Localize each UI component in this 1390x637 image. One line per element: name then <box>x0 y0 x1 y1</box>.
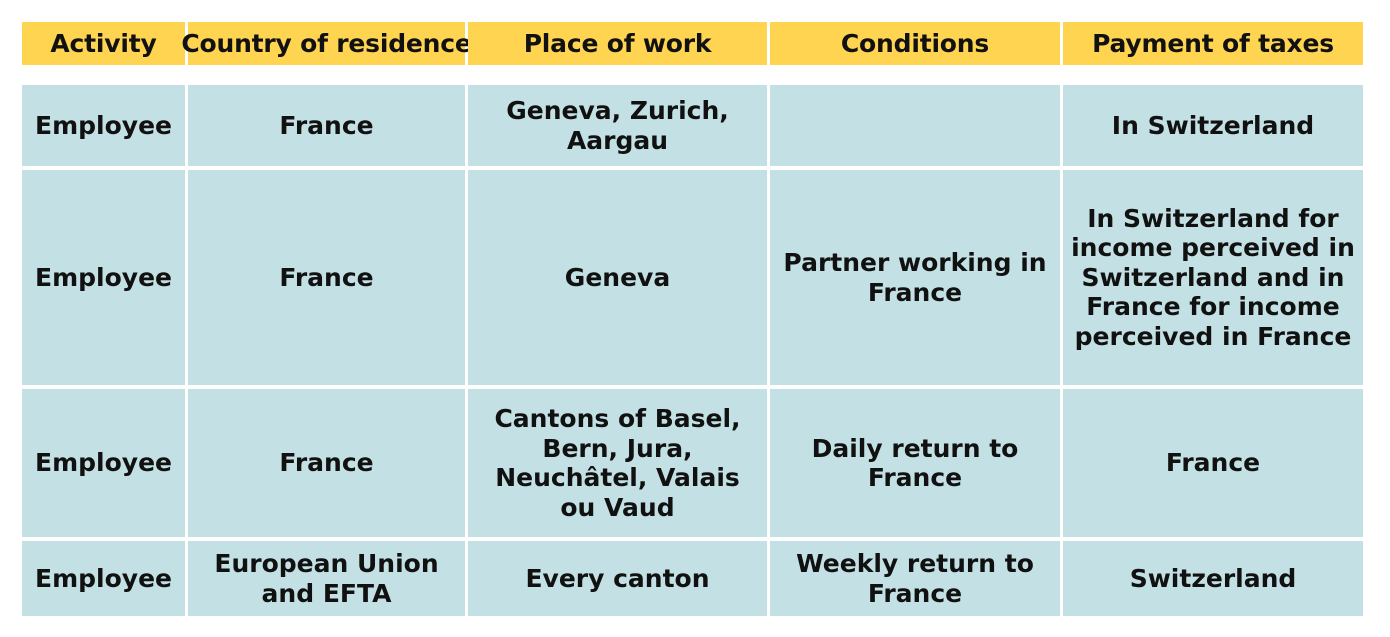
column-header-place-of-work: Place of work <box>468 22 767 65</box>
cell-payment-of-taxes: In Switzerland <box>1063 85 1363 166</box>
cell-place-of-work: Geneva <box>468 170 767 385</box>
column-header-payment-of-taxes: Payment of taxes <box>1063 22 1363 65</box>
tax-residency-table: Activity Country of residence Place of w… <box>22 22 1363 616</box>
cell-activity: Employee <box>22 541 185 616</box>
column-header-country-of-residence: Country of residence <box>181 22 472 65</box>
cell-country-of-residence: France <box>188 389 465 537</box>
column-header-activity: Activity <box>22 22 185 65</box>
column-header-activity-label: Activity <box>50 29 157 58</box>
cell-place-of-work: Geneva, Zurich, Aargau <box>468 85 767 166</box>
cell-activity: Employee <box>22 85 185 166</box>
cell-payment-of-taxes: Switzerland <box>1063 541 1363 616</box>
table-body: Employee France Geneva, Zurich, Aargau I… <box>22 85 1363 616</box>
column-header-country-of-residence-label: Country of residence <box>181 29 472 58</box>
table-row: Employee European Union and EFTA Every c… <box>22 541 1363 616</box>
cell-country-of-residence: European Union and EFTA <box>188 541 465 616</box>
cell-conditions: Partner working in France <box>770 170 1060 385</box>
column-header-place-of-work-label: Place of work <box>523 29 712 58</box>
column-header-conditions: Conditions <box>770 22 1060 65</box>
cell-place-of-work: Every canton <box>468 541 767 616</box>
table-row: Employee France Geneva, Zurich, Aargau I… <box>22 85 1363 166</box>
cell-payment-of-taxes: In Switzerland for income perceived in S… <box>1063 170 1363 385</box>
cell-country-of-residence: France <box>188 85 465 166</box>
column-header-payment-of-taxes-label: Payment of taxes <box>1092 29 1334 58</box>
cell-conditions: Weekly return to France <box>770 541 1060 616</box>
cell-activity: Employee <box>22 389 185 537</box>
table-row: Employee France Geneva Partner working i… <box>22 170 1363 385</box>
cell-payment-of-taxes: France <box>1063 389 1363 537</box>
column-header-conditions-label: Conditions <box>840 29 990 58</box>
table-row: Employee France Cantons of Basel, Bern, … <box>22 389 1363 537</box>
cell-place-of-work: Cantons of Basel, Bern, Jura, Neuchâtel,… <box>468 389 767 537</box>
table-header-row: Activity Country of residence Place of w… <box>22 22 1363 65</box>
cell-country-of-residence: France <box>188 170 465 385</box>
cell-conditions: Daily return to France <box>770 389 1060 537</box>
cell-conditions <box>770 85 1060 166</box>
cell-activity: Employee <box>22 170 185 385</box>
